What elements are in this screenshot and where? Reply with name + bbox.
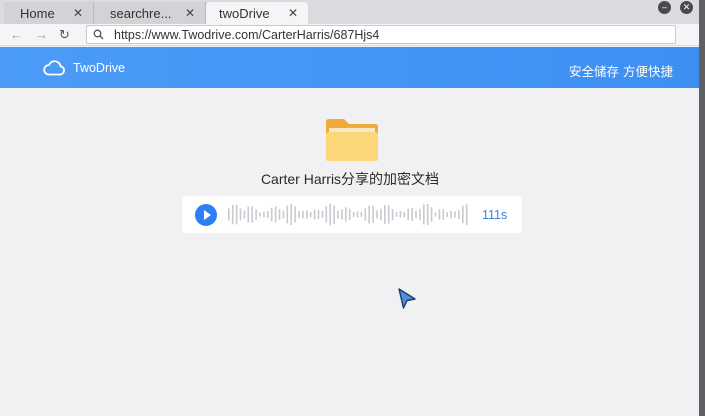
address-bar[interactable]: https://www.Twodrive.com/CarterHarris/68…	[86, 25, 676, 44]
waveform-bar	[395, 212, 398, 217]
minimize-icon[interactable]: –	[658, 1, 671, 14]
waveform-bar	[368, 205, 370, 224]
waveform-bar	[321, 211, 324, 218]
waveform-bar	[309, 211, 312, 218]
waveform-bar	[228, 208, 230, 221]
tab-label: twoDrive	[219, 5, 270, 21]
browser-window: Home ✕ searchre... ✕ twoDrive ✕ – ✕ ← → …	[0, 0, 699, 416]
waveform-bar	[415, 210, 417, 219]
waveform-bar	[454, 211, 456, 218]
waveform-bar	[298, 211, 300, 218]
tab-label: Home	[20, 5, 55, 21]
waveform-bar	[255, 209, 257, 220]
waveform-bar	[274, 206, 277, 223]
url-text: https://www.Twodrive.com/CarterHarris/68…	[114, 28, 380, 42]
waveform-bar	[442, 209, 445, 220]
tagline-secure-storage: 安全储存	[569, 65, 620, 79]
tab-home[interactable]: Home ✕	[4, 2, 94, 24]
waveform-bar	[290, 203, 292, 225]
waveform-bar	[231, 204, 234, 225]
waveform-bar	[337, 210, 339, 219]
voice-message-card: 111s	[182, 196, 522, 233]
waveform-bar	[247, 206, 250, 223]
waveform-bar	[376, 210, 378, 219]
waveform-bar	[411, 208, 413, 221]
waveform-bar	[450, 210, 452, 219]
waveform-bar	[286, 205, 289, 224]
waveform-bar	[341, 209, 343, 220]
forward-arrow-icon[interactable]: →	[35, 27, 48, 42]
waveform-bar	[465, 204, 468, 225]
waveform-bar	[446, 212, 448, 217]
waveform-bar	[426, 203, 429, 226]
file-title: Carter Harris分享的加密文档	[260, 171, 440, 187]
waveform-bar	[278, 209, 281, 220]
folder-icon	[326, 119, 378, 161]
waveform-bar	[325, 206, 328, 223]
waveform-bar	[407, 208, 409, 221]
waveform-bar	[399, 211, 402, 218]
waveform-bar	[419, 208, 421, 221]
waveform-bar	[391, 209, 394, 220]
waveform-bar	[243, 210, 246, 219]
tab-close-icon[interactable]: ✕	[185, 6, 195, 20]
audio-waveform[interactable]	[228, 200, 478, 229]
waveform-bar	[282, 210, 285, 219]
waveform-bar	[317, 210, 320, 219]
waveform-bar	[345, 207, 347, 222]
tab-label: searchre...	[110, 5, 172, 21]
window-edge	[699, 0, 705, 416]
waveform-bar	[387, 205, 390, 224]
waveform-bar	[352, 212, 355, 217]
waveform-bar	[313, 209, 316, 220]
waveform-bar	[333, 205, 335, 224]
tab-close-icon[interactable]: ✕	[288, 6, 298, 20]
waveform-bar	[263, 211, 265, 218]
waveform-bar	[294, 206, 296, 223]
waveform-bar	[356, 211, 359, 218]
reload-icon[interactable]: ↻	[59, 27, 70, 43]
waveform-bar	[458, 210, 460, 219]
waveform-bar	[267, 211, 269, 218]
waveform-bar	[259, 212, 261, 217]
waveform-bar	[360, 212, 363, 217]
waveform-bar	[251, 206, 253, 223]
waveform-bar	[329, 203, 331, 226]
waveform-bar	[302, 210, 304, 219]
brand-name[interactable]: TwoDrive	[73, 61, 125, 75]
waveform-bar	[348, 208, 351, 221]
waveform-bar	[239, 208, 242, 221]
waveform-bar	[364, 208, 367, 221]
search-icon	[93, 29, 104, 40]
back-arrow-icon[interactable]: ←	[10, 27, 23, 42]
waveform-bar	[235, 204, 238, 225]
waveform-bar	[438, 209, 441, 220]
tab-searchresults[interactable]: searchre... ✕	[94, 2, 206, 24]
waveform-bar	[306, 210, 308, 219]
tab-close-icon[interactable]: ✕	[73, 6, 83, 20]
tab-twodrive[interactable]: twoDrive ✕	[206, 2, 308, 24]
waveform-bar	[372, 206, 374, 223]
waveform-bar	[403, 211, 406, 218]
waveform-bar	[430, 207, 433, 222]
waveform-bar	[384, 205, 386, 224]
play-icon[interactable]	[195, 204, 217, 226]
browser-toolbar: ← → ↻ https://www.Twodrive.com/CarterHar…	[0, 24, 699, 46]
waveform-bar	[380, 208, 382, 221]
waveform-bar	[270, 207, 273, 222]
tab-strip: Home ✕ searchre... ✕ twoDrive ✕ – ✕	[0, 0, 699, 24]
cloud-icon	[43, 60, 65, 76]
close-icon[interactable]: ✕	[680, 1, 693, 14]
mouse-cursor-icon	[398, 288, 416, 309]
app-header: TwoDrive 安全储存 方便快捷	[0, 47, 699, 88]
waveform-bar	[423, 204, 425, 225]
tagline-convenient: 方便快捷	[623, 65, 674, 79]
waveform-bar	[434, 212, 437, 217]
waveform-bar	[462, 205, 464, 224]
audio-duration: 111s	[482, 208, 508, 222]
